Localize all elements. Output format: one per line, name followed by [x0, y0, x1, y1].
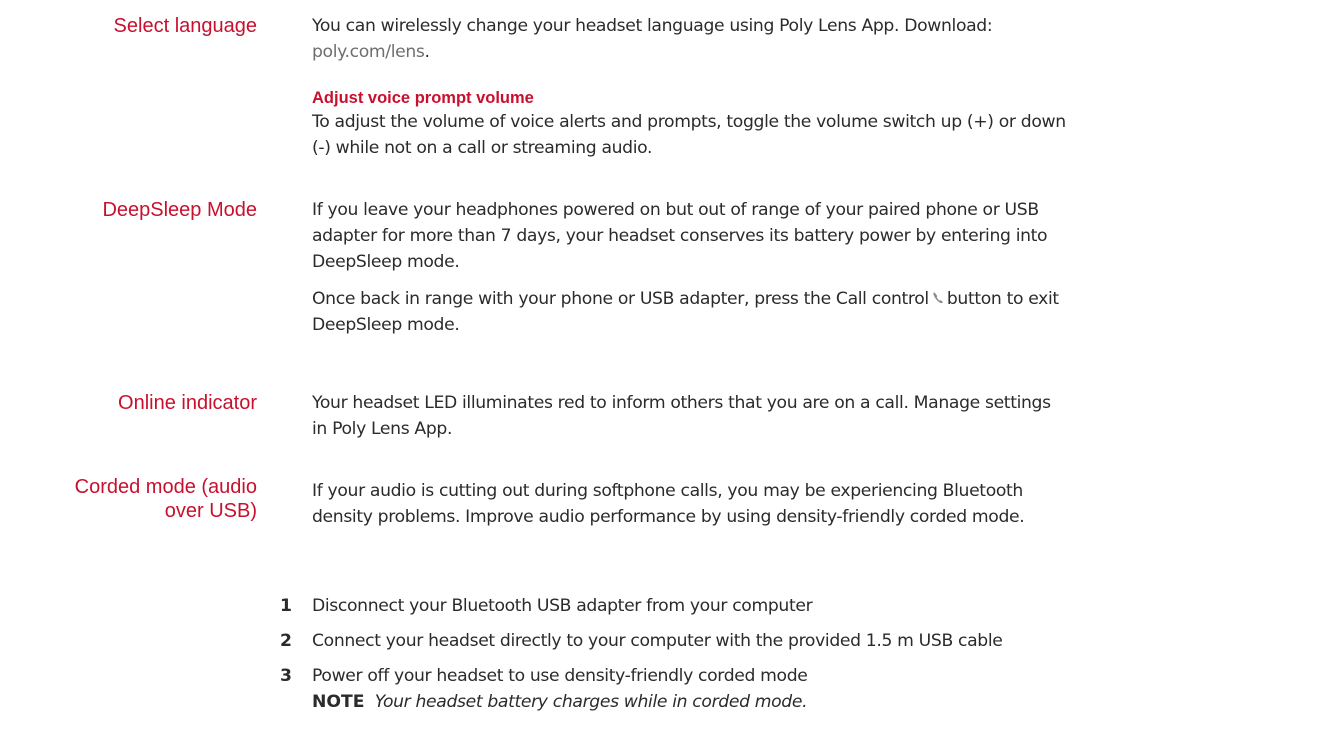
step-text: Power off your headset to use density-fr…	[312, 666, 808, 686]
deepsleep-para1-line3: DeepSleep mode.	[312, 252, 460, 272]
deepsleep-para1-line2: adapter for more than 7 days, your heads…	[312, 226, 1048, 246]
voice-prompt-body: Adjust voice prompt volume To adjust the…	[312, 87, 1312, 161]
deepsleep-para2-line2: DeepSleep mode.	[312, 315, 460, 335]
manual-page: Select language You can wirelessly chang…	[0, 0, 1328, 730]
select-language-text: You can wirelessly change your headset l…	[312, 16, 993, 36]
note-label: NOTE	[312, 692, 365, 712]
deepsleep-para2-text: Once back in range with your phone or US…	[312, 289, 929, 309]
corded-mode-line1: If your audio is cutting out during soft…	[312, 481, 1023, 501]
step-text: Disconnect your Bluetooth USB adapter fr…	[312, 596, 813, 616]
step-number: 1	[280, 596, 292, 616]
select-language-period: .	[424, 42, 430, 62]
heading-corded-mode-line2: over USB)	[164, 500, 257, 522]
poly-lens-link[interactable]: poly.com/lens	[312, 42, 425, 62]
heading-corded-mode-line1: Corded mode (audio	[74, 476, 257, 498]
corded-mode-line2: density problems. Improve audio performa…	[312, 507, 1025, 527]
online-indicator-line2: in Poly Lens App.	[312, 419, 453, 439]
subheading-voice-prompt: Adjust voice prompt volume	[312, 89, 534, 107]
deepsleep-para2-after: button to exit	[946, 289, 1059, 309]
note-text: Your headset battery charges while in co…	[374, 692, 808, 712]
online-indicator-body: Your headset LED illuminates red to info…	[312, 390, 1312, 442]
online-indicator-line1: Your headset LED illuminates red to info…	[312, 393, 1051, 413]
select-language-text-line2: poly.com/lens.	[312, 39, 1312, 65]
note-line: NOTE Your headset battery charges while …	[312, 689, 1312, 715]
phone-icon	[933, 292, 943, 304]
step-number: 3	[280, 666, 292, 686]
voice-prompt-line2: (-) while not on a call or streaming aud…	[312, 138, 653, 158]
select-language-body: You can wirelessly change your headset l…	[312, 13, 1312, 65]
deepsleep-body: If you leave your headphones powered on …	[312, 197, 1312, 338]
heading-corded-mode: Corded mode (audio over USB)	[57, 475, 257, 523]
heading-deepsleep: DeepSleep Mode	[102, 199, 257, 221]
step-number: 2	[280, 631, 292, 651]
step-text: Connect your headset directly to your co…	[312, 631, 1003, 651]
corded-mode-body: If your audio is cutting out during soft…	[312, 478, 1312, 530]
heading-online-indicator: Online indicator	[118, 392, 257, 414]
heading-select-language: Select language	[113, 15, 257, 37]
select-language-text-line1: You can wirelessly change your headset l…	[312, 13, 1312, 39]
deepsleep-para2-line1: Once back in range with your phone or US…	[312, 286, 1312, 312]
deepsleep-para1-line1: If you leave your headphones powered on …	[312, 200, 1039, 220]
voice-prompt-line1: To adjust the volume of voice alerts and…	[312, 112, 1066, 132]
